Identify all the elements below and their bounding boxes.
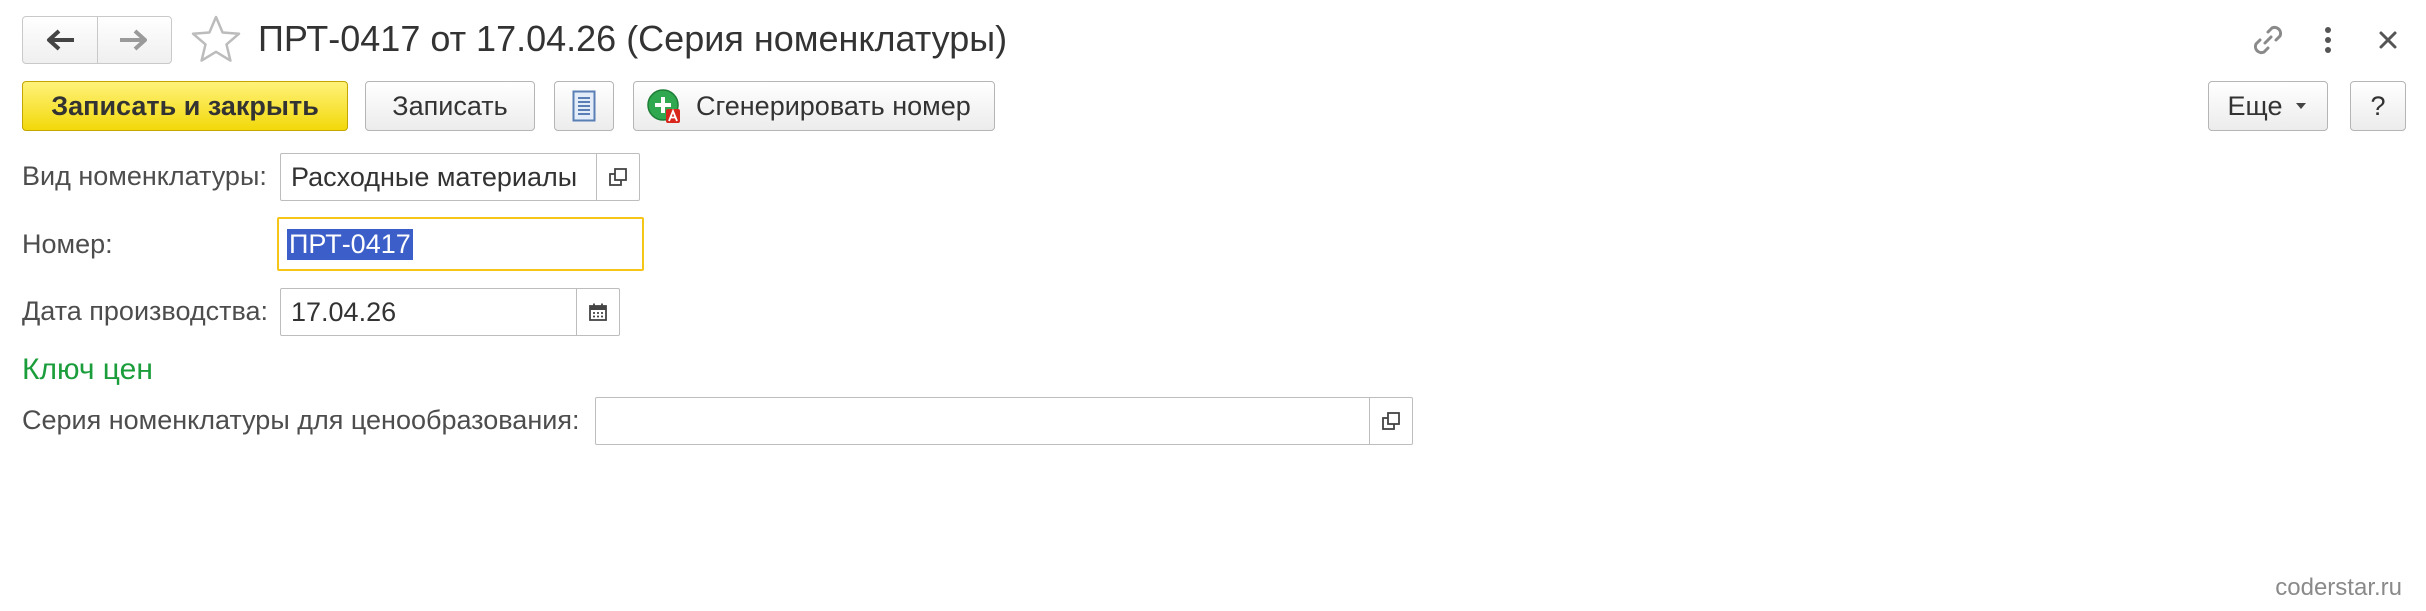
open-price-series-button[interactable] (1369, 398, 1412, 444)
date-field[interactable]: 17.04.26 (280, 288, 620, 336)
save-and-close-button[interactable]: Записать и закрыть (22, 81, 348, 131)
arrow-right-icon (120, 29, 148, 51)
link-icon (2253, 25, 2283, 55)
favorite-star-icon[interactable] (190, 14, 242, 66)
close-button[interactable] (2368, 20, 2408, 60)
number-label: Номер: (22, 229, 113, 259)
kind-label: Вид номенклатуры: (22, 161, 267, 191)
add-generate-icon (647, 89, 680, 123)
open-form-icon (609, 168, 627, 186)
calendar-icon (589, 303, 607, 321)
window-title: ПРТ-0417 от 17.04.26 (Серия номенклатуры… (258, 18, 1008, 59)
open-form-icon (1382, 412, 1400, 430)
kind-value: Расходные материалы (291, 161, 578, 192)
link-button[interactable] (2248, 20, 2288, 60)
forward-button[interactable] (96, 17, 172, 63)
price-series-field[interactable] (595, 397, 1413, 445)
price-series-label: Серия номенклатуры для ценообразования: (22, 405, 580, 435)
more-vertical-icon (2325, 27, 2331, 53)
number-field[interactable]: ПРТ-0417 (277, 217, 644, 271)
close-icon (2379, 31, 2397, 49)
more-label: Еще (2227, 90, 2283, 121)
arrow-left-icon (46, 29, 74, 51)
help-button[interactable]: ? (2350, 81, 2406, 131)
generate-number-label: Сгенерировать номер (696, 90, 971, 121)
price-key-section-title: Ключ цен (22, 353, 153, 386)
more-dropdown-button[interactable]: Еще (2208, 81, 2328, 131)
more-actions-button[interactable] (2308, 20, 2348, 60)
report-button[interactable] (554, 81, 614, 131)
navigation-group (22, 16, 172, 64)
date-label: Дата производства: (22, 296, 269, 326)
save-button[interactable]: Записать (365, 81, 535, 131)
watermark-text: coderstar.ru (2275, 574, 2402, 601)
generate-number-button[interactable]: Сгенерировать номер (633, 81, 995, 131)
chevron-down-icon (2296, 103, 2307, 109)
date-value: 17.04.26 (291, 296, 397, 327)
back-button[interactable] (23, 17, 97, 63)
calendar-button[interactable] (576, 289, 619, 335)
number-value: ПРТ-0417 (287, 228, 413, 260)
open-kind-button[interactable] (596, 154, 639, 200)
document-list-icon (572, 90, 596, 122)
kind-field[interactable]: Расходные материалы (280, 153, 640, 201)
